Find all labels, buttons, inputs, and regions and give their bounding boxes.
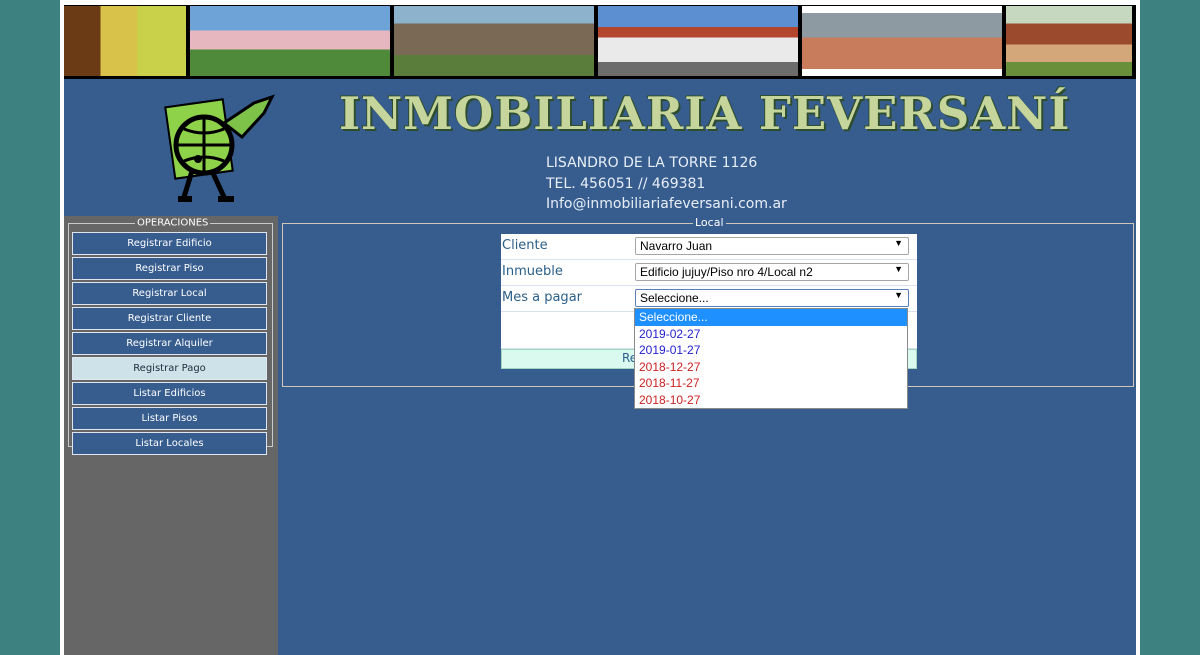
menu-registrar-alquiler[interactable]: Registrar Alquiler xyxy=(72,332,267,355)
menu-listar-edificios[interactable]: Listar Edificios xyxy=(72,382,267,405)
banner-photo-chalet xyxy=(394,6,594,76)
operations-legend: OPERACIONES xyxy=(135,217,211,229)
mes-select-value: Seleccione... xyxy=(640,291,709,305)
mes-option[interactable]: 2018-11-27 xyxy=(635,375,907,392)
cliente-select-value: Navarro Juan xyxy=(640,239,713,253)
mes-option[interactable]: 2019-01-27 xyxy=(635,342,907,359)
menu-listar-locales[interactable]: Listar Locales xyxy=(72,432,267,455)
inmueble-label: Inmueble xyxy=(502,264,563,279)
form-row-inmueble: Inmueble Edificio jujuy/Piso nro 4/Local… xyxy=(501,260,917,286)
banner-photo-house xyxy=(190,6,390,76)
mes-option[interactable]: 2019-02-27 xyxy=(635,326,907,343)
inmueble-select-value: Edificio jujuy/Piso nro 4/Local n2 xyxy=(640,265,813,279)
menu-registrar-cliente[interactable]: Registrar Cliente xyxy=(72,307,267,330)
menu-registrar-piso[interactable]: Registrar Piso xyxy=(72,257,267,280)
chevron-down-icon: ▼ xyxy=(894,290,903,300)
local-legend: Local xyxy=(693,216,726,230)
mes-option[interactable]: Seleccione... xyxy=(635,309,907,326)
banner-photo-doorway xyxy=(64,6,186,76)
form-row-cliente: Cliente Navarro Juan ▼ xyxy=(501,234,917,260)
banner-photo-piggy-house xyxy=(802,6,1002,76)
menu-registrar-edificio[interactable]: Registrar Edificio xyxy=(72,232,267,255)
photo-banner xyxy=(64,5,1136,79)
chevron-down-icon: ▼ xyxy=(894,264,903,274)
menu-registrar-pago[interactable]: Registrar Pago xyxy=(72,357,267,380)
operations-menu: Registrar Edificio Registrar Piso Regist… xyxy=(72,232,268,457)
chevron-down-icon: ▼ xyxy=(894,238,903,248)
banner-photo-building xyxy=(598,6,798,76)
contact-address: LISANDRO DE LA TORRE 1126 xyxy=(546,155,758,171)
globe-mascot-logo xyxy=(164,94,275,202)
contact-phone: TEL. 456051 // 469381 xyxy=(546,175,706,192)
cliente-select[interactable]: Navarro Juan ▼ xyxy=(635,237,909,255)
sidebar: OPERACIONES Registrar Edificio Registrar… xyxy=(64,216,278,655)
mes-option[interactable]: 2018-12-27 xyxy=(635,359,907,376)
mes-label: Mes a pagar xyxy=(502,290,582,305)
menu-listar-pisos[interactable]: Listar Pisos xyxy=(72,407,267,430)
contact-info: LISANDRO DE LA TORRE 1126 TEL. 456051 //… xyxy=(546,153,787,215)
mes-option[interactable]: 2018-10-27 xyxy=(635,392,907,409)
company-title: INMOBILIARIA FEVERSANÍ xyxy=(339,87,1071,140)
mes-dropdown-list: Seleccione... 2019-02-27 2019-01-27 2018… xyxy=(634,308,908,409)
inmueble-select[interactable]: Edificio jujuy/Piso nro 4/Local n2 ▼ xyxy=(635,263,909,281)
mes-select[interactable]: Seleccione... ▼ xyxy=(635,289,909,307)
menu-registrar-local[interactable]: Registrar Local xyxy=(72,282,267,305)
page-frame: INMOBILIARIA FEVERSANÍ LISANDRO DE LA TO… xyxy=(60,0,1140,655)
page-body: INMOBILIARIA FEVERSANÍ LISANDRO DE LA TO… xyxy=(64,5,1136,655)
banner-photo-villa xyxy=(1006,6,1132,76)
cliente-label: Cliente xyxy=(502,238,548,253)
contact-email: Info@inmobiliariafeversani.com.ar xyxy=(546,196,787,212)
